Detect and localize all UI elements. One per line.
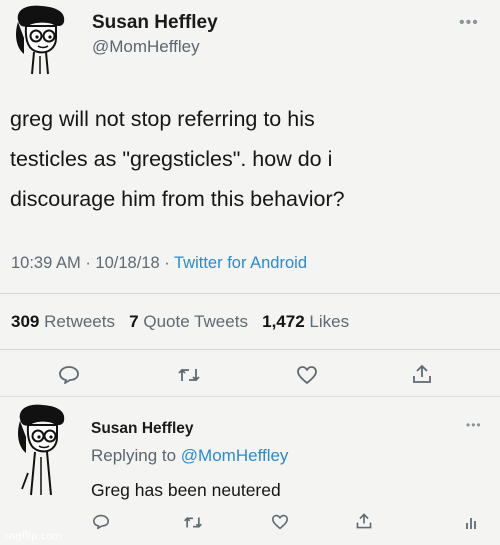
retweets-count: 309 (11, 312, 40, 331)
share-icon[interactable] (411, 363, 433, 385)
tweet-time[interactable]: 10:39 AM (11, 254, 81, 272)
retweet-icon[interactable] (177, 366, 201, 384)
share-icon[interactable] (355, 512, 373, 530)
quote-count: 7 (129, 312, 139, 331)
meta-separator: · (85, 254, 96, 272)
retweet-icon[interactable] (183, 515, 203, 530)
tweet-text-line: discourage him from this behavior? (10, 187, 345, 211)
replying-to-label: Replying to (91, 446, 177, 465)
tweet-date[interactable]: 10/18/18 (95, 254, 159, 272)
retweets-stat[interactable]: 309 Retweets (11, 312, 115, 331)
more-icon[interactable]: ••• (459, 14, 479, 32)
reply-author-avatar[interactable] (14, 403, 72, 499)
tweet-meta: 10:39 AM · 10/18/18 · Twitter for Androi… (11, 254, 307, 273)
like-icon[interactable] (271, 514, 289, 530)
divider (0, 349, 500, 350)
analytics-icon[interactable] (465, 514, 479, 530)
reply-icon[interactable] (58, 365, 80, 385)
retweets-label: Retweets (44, 312, 115, 331)
reply-text: Greg has been neutered (91, 480, 281, 500)
like-icon[interactable] (296, 365, 318, 385)
tweet-text-line: greg will not stop referring to his (10, 107, 315, 131)
tweet-text: greg will not stop referring to his test… (10, 104, 490, 215)
tweet-text-line: testicles as "gregsticles". how do i (10, 147, 333, 171)
quote-label: Quote Tweets (143, 312, 248, 331)
more-icon[interactable]: ••• (466, 418, 482, 432)
quote-tweets-stat[interactable]: 7 Quote Tweets (129, 312, 248, 331)
cartoon-avatar-icon (16, 5, 65, 75)
tweet-source-link[interactable]: Twitter for Android (174, 254, 307, 272)
tweet-stats: 309 Retweets 7 Quote Tweets 1,472 Likes (11, 312, 349, 332)
likes-label: Likes (309, 312, 350, 331)
replying-to-handle-link[interactable]: @MomHeffley (181, 446, 289, 465)
watermark: imgflip.com (3, 531, 62, 542)
likes-stat[interactable]: 1,472 Likes (262, 312, 349, 331)
divider (0, 293, 500, 294)
reply-author-name[interactable]: Susan Heffley (91, 420, 194, 438)
meta-separator: · (164, 254, 175, 272)
reply-icon[interactable] (92, 514, 110, 530)
divider (0, 396, 500, 397)
author-handle[interactable]: @MomHeffley (92, 37, 200, 57)
author-avatar[interactable] (12, 4, 72, 76)
cartoon-avatar-icon (18, 404, 65, 496)
likes-count: 1,472 (262, 312, 305, 331)
author-name[interactable]: Susan Heffley (92, 12, 218, 34)
replying-to: Replying to @MomHeffley (91, 446, 288, 466)
